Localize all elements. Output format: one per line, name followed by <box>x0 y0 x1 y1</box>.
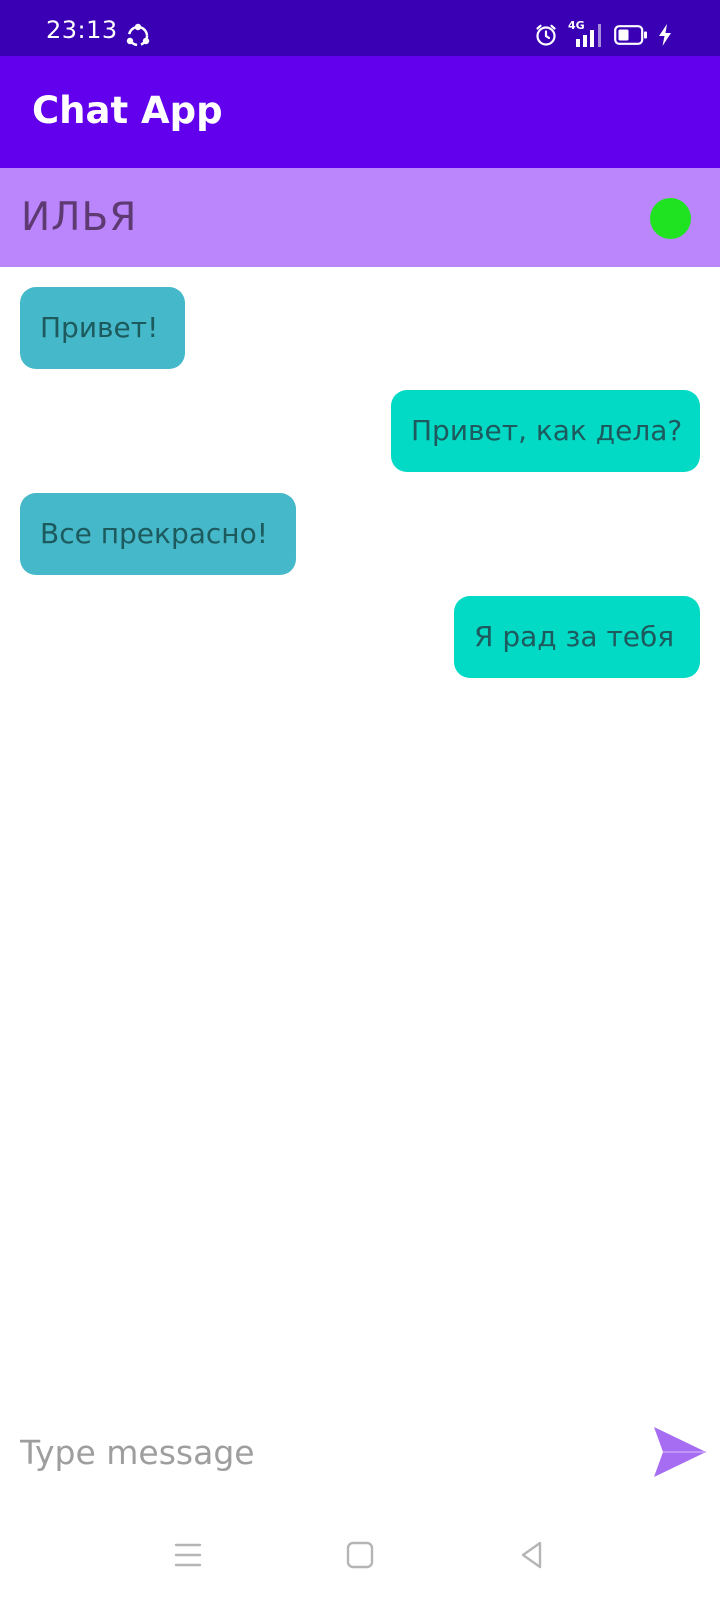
home-icon[interactable] <box>343 1538 377 1572</box>
signal-icon: 4G <box>568 20 604 48</box>
sync-icon <box>126 23 150 47</box>
status-time: 23:13 <box>46 16 118 44</box>
message-bubble-outgoing: Привет, как дела? <box>391 390 700 472</box>
charging-icon <box>659 24 671 46</box>
message-bubble-incoming: Все прекрасно! <box>20 493 296 575</box>
app-title: Chat App <box>32 89 223 132</box>
back-icon[interactable] <box>515 1538 549 1572</box>
message-bubble-incoming: Привет! <box>20 287 185 369</box>
status-icons: 4G <box>534 20 672 50</box>
contact-header: ИЛЬЯ <box>0 168 720 267</box>
system-nav-bar <box>0 1520 720 1592</box>
app-bar: Chat App <box>0 56 720 168</box>
status-bar: 23:13 4G <box>0 0 720 56</box>
message-bubble-outgoing: Я рад за тебя <box>454 596 700 678</box>
message-composer <box>0 1410 720 1494</box>
menu-icon[interactable] <box>171 1538 205 1572</box>
contact-name: ИЛЬЯ <box>21 195 138 240</box>
online-status-indicator <box>650 198 691 239</box>
battery-icon <box>614 25 647 45</box>
message-input[interactable] <box>20 1424 620 1480</box>
alarm-icon <box>536 24 556 46</box>
signal-bars <box>576 24 601 47</box>
send-icon[interactable] <box>652 1424 708 1480</box>
